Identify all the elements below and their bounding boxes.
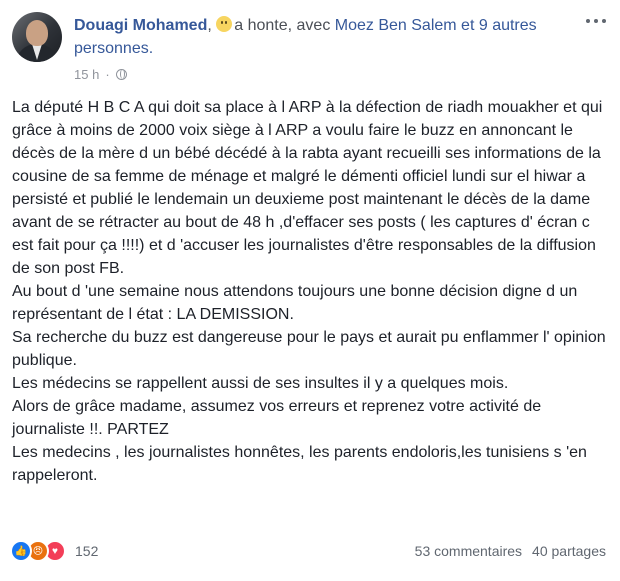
more-options-icon[interactable] [586,14,606,28]
globe-icon[interactable] [115,69,127,80]
post-header: Douagi Mohamed, a honte, avec Moez Ben S… [74,16,537,57]
like-icon: 👍 [10,540,32,562]
post-paragraph: Alors de grâce madame, assumez vos erreu… [12,398,542,438]
sad-face-icon [216,16,233,32]
shares-count-link[interactable]: 40 partages [532,543,606,559]
facebook-post: Douagi Mohamed, a honte, avec Moez Ben S… [0,0,620,581]
tagged-person-link[interactable]: Moez Ben Salem [335,17,457,34]
post-paragraph: Sa recherche du buzz est dangereuse pour… [12,329,606,369]
timestamp[interactable]: 15 h [74,67,99,82]
reaction-count: 152 [75,543,99,559]
post-paragraph: Au bout d 'une semaine nous attendons to… [12,283,578,323]
post-footer: 👍 😠 ♥ 152 53 commentaires 40 partages [10,538,606,564]
feeling-text: a honte [234,17,288,34]
avatar[interactable] [12,12,62,62]
post-paragraph: La député H B C A qui doit sa place à l … [12,99,603,277]
author-name[interactable]: Douagi Mohamed [74,17,207,34]
post-paragraph: Les medecins , les journalistes honnêtes… [12,444,587,484]
post-body: La député H B C A qui doit sa place à l … [12,96,612,487]
post-paragraph: Les médecins se rappellent aussi de ses … [12,375,509,392]
reactions-summary[interactable]: 👍 😠 ♥ 152 [10,540,98,562]
post-meta: 15 h · [74,67,127,82]
comments-count-link[interactable]: 53 commentaires [415,543,522,559]
